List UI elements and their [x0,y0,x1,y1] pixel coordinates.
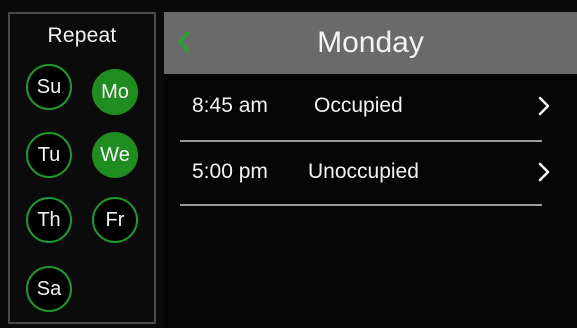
event-row[interactable]: 8:45 am Occupied [164,74,577,138]
repeat-panel: Repeat Su Mo Tu We Th Fr Sa [8,12,156,324]
event-time: 8:45 am [192,94,268,117]
day-toggle-saturday[interactable]: Sa [26,266,72,312]
chevron-right-icon [538,162,550,182]
header-bar: Monday [164,12,577,74]
event-row[interactable]: 5:00 pm Unoccupied [164,140,577,204]
event-occupancy-state: Unoccupied [308,160,419,183]
day-toggle-friday[interactable]: Fr [92,197,138,243]
day-toggle-monday[interactable]: Mo [92,69,138,115]
schedule-screen: Repeat Su Mo Tu We Th Fr Sa Monday 8:45 … [0,0,577,328]
day-toggle-tuesday[interactable]: Tu [26,132,72,178]
event-time: 5:00 pm [192,160,268,183]
chevron-right-icon [538,96,550,116]
back-button[interactable] [168,24,200,60]
schedule-panel: Monday 8:45 am Occupied 5:00 pm Unoccupi… [164,12,577,328]
day-toggle-wednesday[interactable]: We [92,132,138,178]
event-occupancy-state: Occupied [314,94,403,117]
chevron-left-icon [178,31,190,53]
day-toggle-sunday[interactable]: Su [26,64,72,110]
day-toggle-thursday[interactable]: Th [26,197,72,243]
page-title: Monday [317,26,424,59]
repeat-title: Repeat [47,24,117,47]
row-divider [180,204,542,206]
